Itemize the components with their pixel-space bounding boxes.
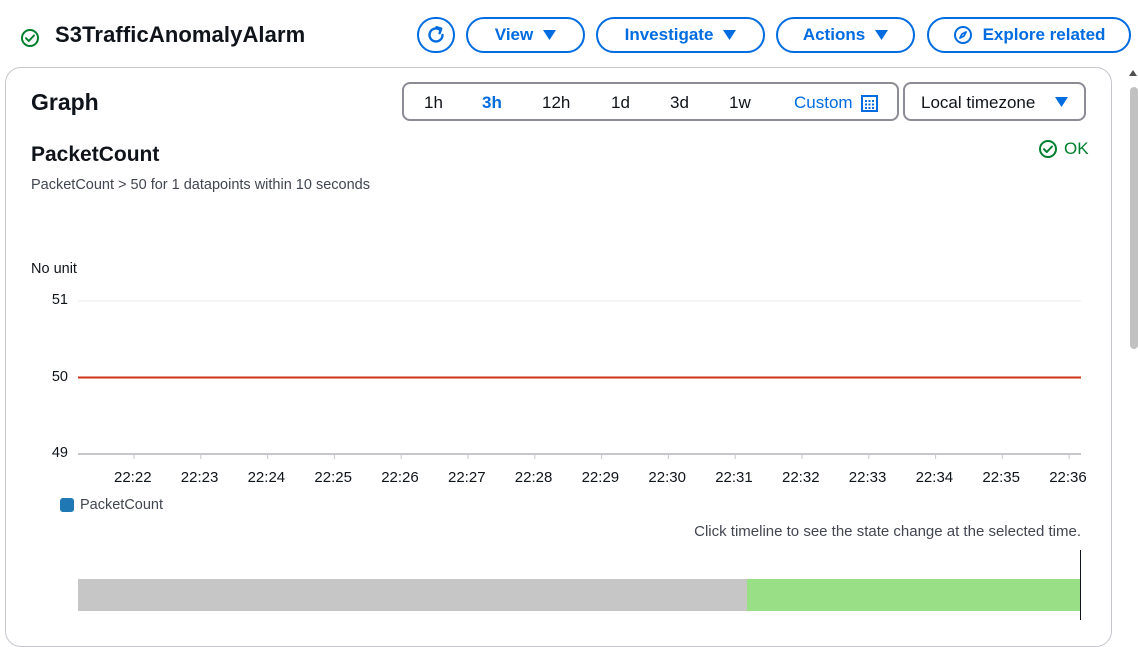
state-timeline[interactable] (78, 579, 1081, 611)
x-tick-label: 22:33 (848, 469, 887, 486)
actions-dropdown-button[interactable]: Actions (776, 17, 915, 53)
x-tick-label: 22:34 (915, 469, 954, 486)
explore-related-button[interactable]: Explore related (927, 17, 1131, 53)
check-circle-icon (21, 29, 39, 47)
x-tick-label: 22:25 (314, 469, 352, 486)
alarm-state-badge: OK (1038, 139, 1089, 159)
range-option-12h[interactable]: 12h (542, 93, 570, 113)
range-option-1w[interactable]: 1w (729, 93, 751, 113)
view-label: View (494, 25, 534, 44)
actions-label: Actions (802, 25, 866, 44)
x-tick-label: 22:22 (114, 469, 152, 486)
time-range-selector: 1h 3h 12h 1d 3d 1w Custom (402, 82, 899, 121)
x-tick-label: 22:32 (782, 469, 820, 486)
x-tick-label: 22:23 (180, 469, 219, 486)
alarm-title: S3TrafficAnomalyAlarm (55, 22, 306, 47)
custom-label: Custom (794, 93, 853, 112)
x-tick-label: 22:30 (648, 469, 686, 486)
panel-title: Graph (31, 89, 99, 115)
alarm-state-label: OK (1064, 139, 1089, 158)
view-dropdown-button[interactable]: View (466, 17, 585, 53)
explore-related-label: Explore related (982, 25, 1106, 44)
x-tick-label: 22:27 (448, 469, 486, 486)
x-tick-label: 22:35 (982, 469, 1020, 486)
caret-down-icon (723, 30, 737, 40)
metric-name: PacketCount (31, 143, 160, 166)
range-option-custom[interactable]: Custom (794, 93, 878, 113)
metric-description: PacketCount > 50 for 1 datapoints within… (31, 177, 370, 193)
caret-down-icon (1055, 97, 1068, 107)
range-option-3d[interactable]: 3d (670, 93, 689, 113)
timeline-segment-ok[interactable] (746, 579, 1081, 611)
compass-icon (953, 26, 972, 44)
refresh-button[interactable] (417, 17, 455, 53)
legend-label: PacketCount (80, 497, 164, 513)
x-tick-label: 22:29 (581, 469, 620, 486)
refresh-icon (428, 26, 444, 43)
legend-swatch (60, 498, 74, 512)
caret-down-icon (543, 30, 557, 40)
investigate-dropdown-button[interactable]: Investigate (596, 17, 765, 53)
x-tick-label: 22:24 (247, 469, 286, 486)
range-option-3h[interactable]: 3h (482, 93, 502, 113)
chart-legend[interactable]: PacketCount (60, 497, 163, 513)
range-option-1d[interactable]: 1d (611, 93, 630, 113)
x-tick-label: 22:28 (514, 469, 553, 486)
timeline-hint: Click timeline to see the state change a… (694, 523, 1081, 540)
x-tick-label: 22:31 (715, 469, 753, 486)
timeline-segment-insufficient[interactable] (78, 579, 747, 611)
investigate-label: Investigate (624, 25, 714, 44)
scrollbar-thumb[interactable] (1130, 87, 1138, 349)
metric-chart[interactable] (0, 280, 1100, 465)
y-axis-label: No unit (31, 261, 77, 277)
timeline-cursor (1080, 550, 1081, 620)
calendar-icon (860, 94, 878, 112)
check-circle-icon (1039, 140, 1057, 158)
range-option-1h[interactable]: 1h (424, 93, 443, 113)
x-tick-label: 22:26 (381, 469, 419, 486)
caret-down-icon (875, 30, 889, 40)
timezone-label: Local timezone (921, 93, 1036, 112)
scroll-up-arrow[interactable] (1129, 70, 1137, 76)
timezone-select[interactable]: Local timezone (903, 82, 1086, 121)
x-tick-label: 22:36 (1049, 469, 1087, 486)
